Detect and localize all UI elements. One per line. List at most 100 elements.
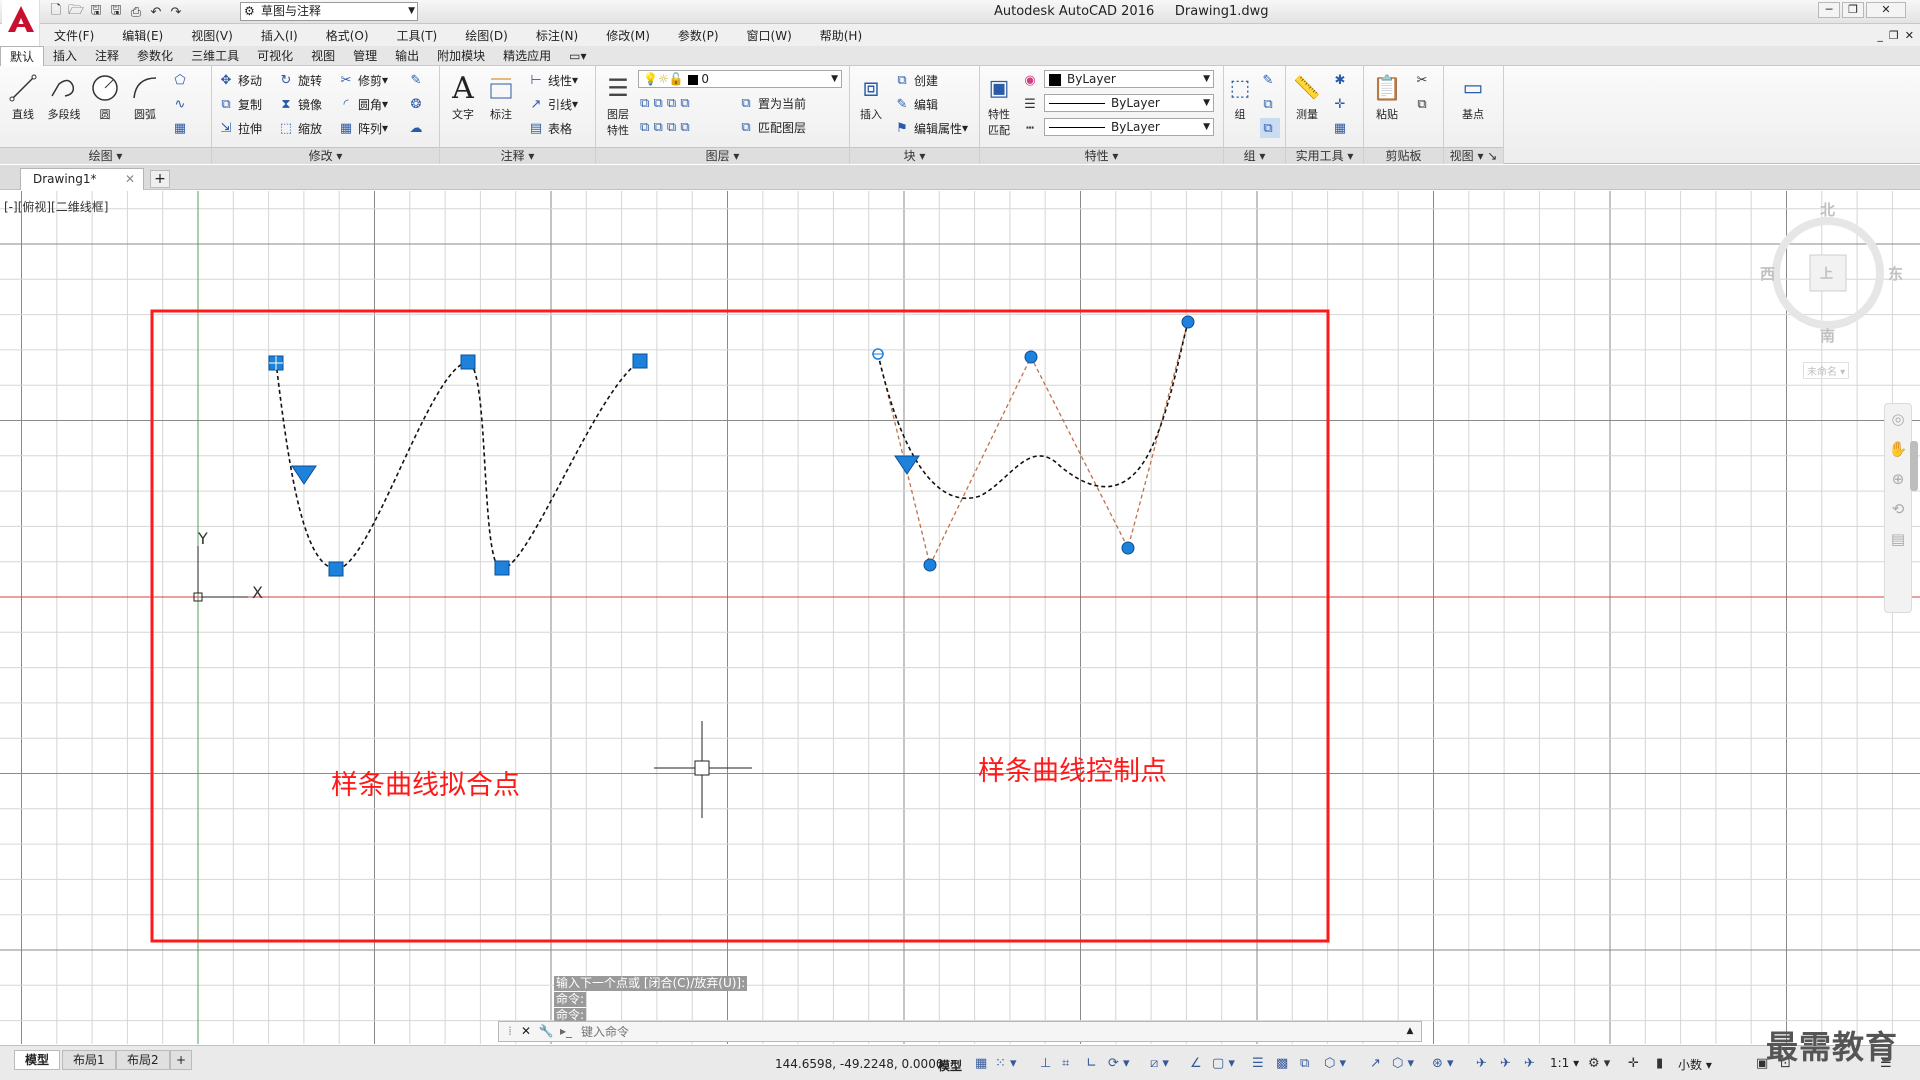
undo-icon[interactable]: ↶ bbox=[146, 3, 166, 21]
workspace-selector[interactable]: ⚙ 草图与注释 ▼ bbox=[240, 2, 418, 21]
insert-block-button[interactable]: ⧈ 插入 bbox=[854, 70, 888, 122]
hatch-button[interactable]: ▦ bbox=[172, 118, 192, 138]
leader-button[interactable]: ↗ 引线 ▾ bbox=[528, 94, 579, 114]
linetype-dropdown[interactable]: ByLayer ▼ bbox=[1044, 118, 1214, 136]
layout-tab-layout1[interactable]: 布局1 bbox=[62, 1050, 116, 1070]
layer-tools-row2[interactable]: ⧉ ⧉ ⧉ ⧉ bbox=[640, 117, 690, 137]
scale-button[interactable]: ⬚ 缩放 bbox=[278, 118, 322, 138]
group-select-button[interactable]: ⧉ bbox=[1260, 118, 1280, 138]
wrench-icon[interactable]: 🔧 bbox=[537, 1023, 555, 1040]
new-file-icon[interactable]: 🗋 bbox=[46, 3, 66, 21]
edit-block-button[interactable]: ✎ 编辑 bbox=[894, 94, 938, 114]
arc-button[interactable]: 圆弧 bbox=[128, 70, 162, 122]
draw-panel-title[interactable]: 绘图 ▾ bbox=[0, 147, 211, 164]
menu-item-10[interactable]: 窗口(W) bbox=[733, 27, 806, 44]
ribbon-tab-9[interactable]: 附加模块 bbox=[428, 46, 494, 66]
annotation-visibility-icon[interactable]: ✈ bbox=[1476, 1056, 1487, 1071]
dimension-button[interactable]: 标注 bbox=[484, 70, 518, 122]
match-layer-button[interactable]: ⧉ 匹配图层 bbox=[738, 117, 806, 137]
transparency-icon[interactable]: ▩ bbox=[1276, 1056, 1288, 1071]
create-block-button[interactable]: ⧉ 创建 bbox=[894, 70, 938, 90]
add-layout-button[interactable]: + bbox=[170, 1050, 193, 1070]
view-panel-title[interactable]: 视图 ▾ ↘ bbox=[1444, 147, 1503, 164]
cut-button[interactable]: ✂ bbox=[1414, 70, 1434, 90]
ribbon-tab-7[interactable]: 管理 bbox=[344, 46, 386, 66]
lineweight-display-icon[interactable]: ☰ bbox=[1252, 1056, 1264, 1071]
table-button[interactable]: ▤ 表格 bbox=[528, 118, 572, 138]
dynamic-input-icon[interactable]: ⌗ bbox=[1062, 1056, 1069, 1071]
mirror-button[interactable]: ⧗ 镜像 bbox=[278, 94, 322, 114]
drawing-canvas[interactable]: XY [-][俯视][二维线框] 样条曲线拟合点 样条曲线控制点 北 南 东 西… bbox=[0, 191, 1920, 1044]
selection-cycling-icon[interactable]: ⧉ bbox=[1300, 1056, 1309, 1071]
layout-tab-layout2[interactable]: 布局2 bbox=[116, 1050, 170, 1070]
menu-item-1[interactable]: 编辑(E) bbox=[108, 27, 177, 44]
line-button[interactable]: 直线 bbox=[6, 70, 40, 122]
annotation-monitor-icon[interactable]: ✛ bbox=[1628, 1056, 1639, 1071]
calculator-button[interactable]: ▦ bbox=[1332, 118, 1352, 138]
close-icon[interactable]: ✕ bbox=[125, 169, 135, 190]
infer-constraints-icon[interactable]: ⊥ bbox=[1040, 1056, 1051, 1071]
groups-panel-title[interactable]: 组 ▾ bbox=[1224, 147, 1285, 164]
utilities-panel-title[interactable]: 实用工具 ▾ bbox=[1286, 147, 1363, 164]
fillet-button[interactable]: ◜ 圆角 ▾ bbox=[338, 94, 388, 114]
explode-button[interactable]: ❂ bbox=[408, 94, 428, 114]
wcs-menu[interactable]: 未命名 ▾ bbox=[1803, 362, 1850, 379]
text-button[interactable]: A 文字 bbox=[446, 70, 480, 122]
measure-button[interactable]: 📏 测量 bbox=[1290, 70, 1324, 122]
viewcube-south[interactable]: 南 bbox=[1820, 325, 1835, 346]
vertical-scrollbar[interactable] bbox=[1910, 441, 1918, 491]
menu-item-3[interactable]: 插入(I) bbox=[247, 27, 312, 44]
save-icon[interactable]: 🖫 bbox=[86, 3, 106, 21]
lineweight-button[interactable]: ☰ bbox=[1022, 94, 1042, 114]
group-button[interactable]: ⬚ 组 bbox=[1226, 70, 1254, 122]
showmotion-icon[interactable]: ▤ bbox=[1885, 524, 1911, 554]
annotation-panel-title[interactable]: 注释 ▾ bbox=[440, 147, 595, 164]
gizmo-icon[interactable]: ⊛ ▾ bbox=[1432, 1056, 1454, 1071]
viewcube-north[interactable]: 北 bbox=[1820, 199, 1835, 220]
move-button[interactable]: ✥ 移动 bbox=[218, 70, 262, 90]
ribbon-tab-3[interactable]: 参数化 bbox=[128, 46, 182, 66]
restore-button[interactable]: ❐ bbox=[1842, 2, 1864, 18]
ribbon-tab-5[interactable]: 可视化 bbox=[248, 46, 302, 66]
steering-wheel-icon[interactable]: ◎ bbox=[1885, 404, 1911, 434]
modify-panel-title[interactable]: 修改 ▾ bbox=[212, 147, 439, 164]
ribbon-minimize-toggle[interactable]: ▭▾ bbox=[560, 46, 595, 66]
viewcube[interactable]: 北 南 东 西 上 bbox=[1760, 199, 1910, 345]
print-icon[interactable]: ⎙ bbox=[126, 3, 146, 21]
minimize-button[interactable]: ─ bbox=[1818, 2, 1840, 18]
viewcube-top[interactable]: 上 bbox=[1820, 263, 1833, 282]
command-prompt-icon[interactable]: ▸_ bbox=[557, 1023, 575, 1040]
circle-button[interactable]: 圆 bbox=[88, 70, 122, 122]
match-properties-button[interactable]: ▣ 特性 匹配 bbox=[982, 70, 1016, 138]
ungroup-button[interactable]: ✎ bbox=[1260, 70, 1280, 90]
app-menu-button[interactable] bbox=[2, 0, 40, 50]
save-as-icon[interactable]: 🖫 bbox=[106, 3, 126, 21]
color-wheel-button[interactable]: ◉ bbox=[1022, 70, 1042, 90]
isodraft-icon[interactable]: ⧄ ▾ bbox=[1150, 1056, 1169, 1071]
redo-icon[interactable]: ↷ bbox=[166, 3, 186, 21]
object-snap-icon[interactable]: ▢ ▾ bbox=[1212, 1056, 1235, 1071]
array-button[interactable]: ▦ 阵列 ▾ bbox=[338, 118, 388, 138]
doc-restore-icon[interactable]: ❐ bbox=[1889, 29, 1899, 42]
lineweight-dropdown[interactable]: ByLayer ▼ bbox=[1044, 94, 1214, 112]
layer-tools-row1[interactable]: ⧉ ⧉ ⧉ ⧉ bbox=[640, 93, 690, 113]
quick-select-button[interactable]: ✱ bbox=[1332, 70, 1352, 90]
ribbon-tab-2[interactable]: 注释 bbox=[86, 46, 128, 66]
annotation-scale[interactable]: 1:1 ▾ bbox=[1550, 1056, 1579, 1070]
menu-item-0[interactable]: 文件(F) bbox=[40, 27, 108, 44]
auto-scale-icon[interactable]: ✈ bbox=[1500, 1056, 1511, 1071]
workspace-switch-gear-icon[interactable]: ⚙ ▾ bbox=[1588, 1056, 1610, 1071]
model-space-toggle[interactable]: 模型 bbox=[938, 1057, 962, 1074]
menu-item-5[interactable]: 工具(T) bbox=[383, 27, 452, 44]
copy-clip-button[interactable]: ⧉ bbox=[1414, 94, 1434, 114]
selection-filter-icon[interactable]: ⬡ ▾ bbox=[1392, 1056, 1414, 1071]
zoom-icon[interactable]: ⊕ bbox=[1885, 464, 1911, 494]
chevron-up-icon[interactable]: ▲ bbox=[1401, 1023, 1419, 1040]
ribbon-tab-6[interactable]: 视图 bbox=[302, 46, 344, 66]
menu-item-4[interactable]: 格式(O) bbox=[312, 27, 383, 44]
snap-icon[interactable]: ⁙ ▾ bbox=[995, 1056, 1017, 1071]
annotation-scale-icon[interactable]: ✈ bbox=[1524, 1056, 1535, 1071]
viewcube-east[interactable]: 东 bbox=[1888, 263, 1903, 284]
point-button[interactable]: ✛ bbox=[1332, 94, 1352, 114]
polar-tracking-icon[interactable]: ⟳ ▾ bbox=[1108, 1056, 1130, 1071]
